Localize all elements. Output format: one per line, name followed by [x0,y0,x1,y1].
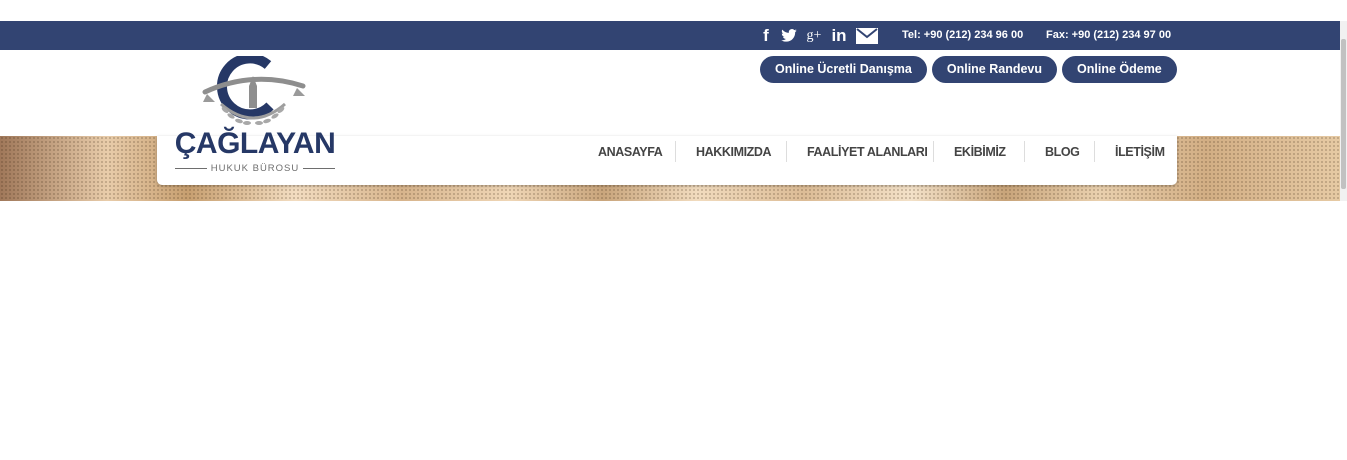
nav-item-home[interactable]: ANASAYFA [598,142,663,162]
mail-icon[interactable] [856,27,878,44]
nav-item-about[interactable]: HAKKIMIZDA [696,142,772,162]
facebook-icon[interactable]: f [760,26,772,46]
google-plus-icon[interactable]: g+ [806,28,822,44]
nav-divider [1094,141,1095,162]
fax-text: Fax: +90 (212) 234 97 00 [1046,29,1172,41]
online-payment-button[interactable]: Online Ödeme [1062,56,1177,83]
logo-subtitle: HUKUK BÜROSU [170,163,340,174]
nav-divider [1024,141,1025,162]
online-actions: Online Ücretli Danışma Online Randevu On… [760,56,1182,83]
scrollbar[interactable] [1340,21,1347,201]
nav-divider [675,141,676,162]
logo-subtitle-text: HUKUK BÜROSU [210,163,300,174]
top-bar: f g+ in Tel: +90 (212) 234 96 00 Fax: +9… [0,21,1340,50]
nav-divider [933,141,934,162]
nav-item-practice-areas[interactable]: FAALİYET ALANLARI [807,142,928,162]
logo-emblem-icon [202,56,306,125]
nav-item-team[interactable]: EKİBİMİZ [954,142,1006,162]
scroll-thumb[interactable] [1341,39,1346,189]
tel-text: Tel: +90 (212) 234 96 00 [902,29,1024,41]
online-appointment-button[interactable]: Online Randevu [931,56,1058,83]
online-consultation-button[interactable]: Online Ücretli Danışma [760,56,927,83]
nav-item-blog[interactable]: BLOG [1045,142,1080,162]
linkedin-icon[interactable]: in [831,26,847,46]
logo-title: ÇAĞLAYAN [174,127,336,160]
social-links: f g+ in [760,21,887,50]
logo[interactable]: ÇAĞLAYAN HUKUK BÜROSU [165,56,341,176]
nav-divider [786,141,787,162]
twitter-icon[interactable] [781,29,797,42]
nav-item-contact[interactable]: İLETİŞİM [1115,142,1165,162]
